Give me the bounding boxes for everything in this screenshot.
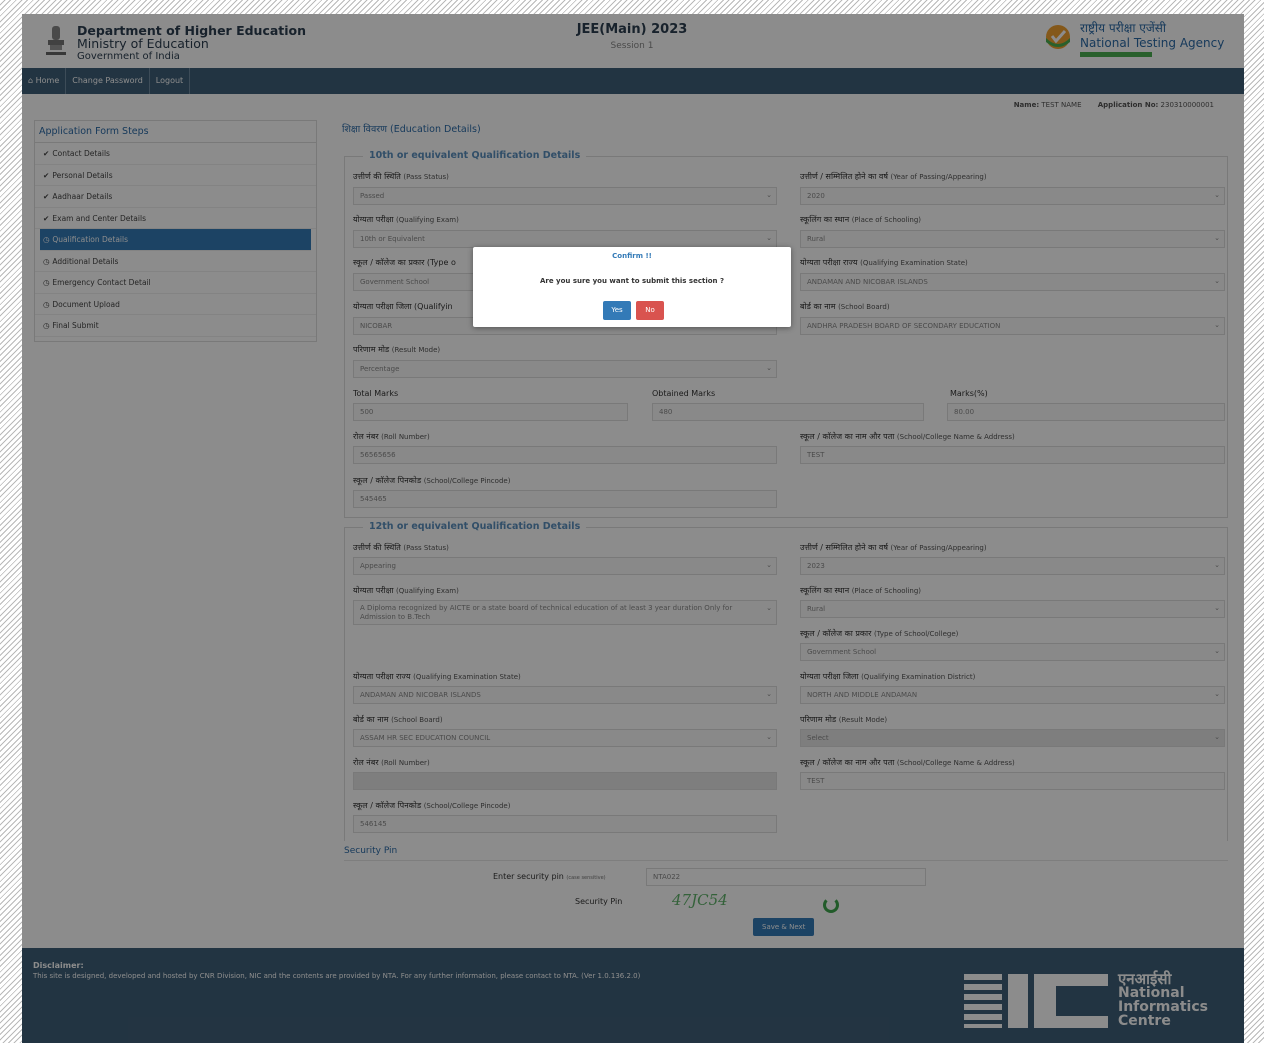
dialog-message: Are you sure you want to submit this sec… [539, 277, 725, 285]
modal-backdrop[interactable] [22, 14, 1244, 1043]
confirm-dialog: Confirm !! Are you sure you want to subm… [473, 247, 791, 327]
confirm-no-button[interactable]: No [636, 301, 664, 320]
dialog-title: Confirm !! [612, 252, 652, 260]
browser-page: Department of Higher Education Ministry … [22, 14, 1244, 1043]
confirm-yes-button[interactable]: Yes [603, 301, 631, 320]
